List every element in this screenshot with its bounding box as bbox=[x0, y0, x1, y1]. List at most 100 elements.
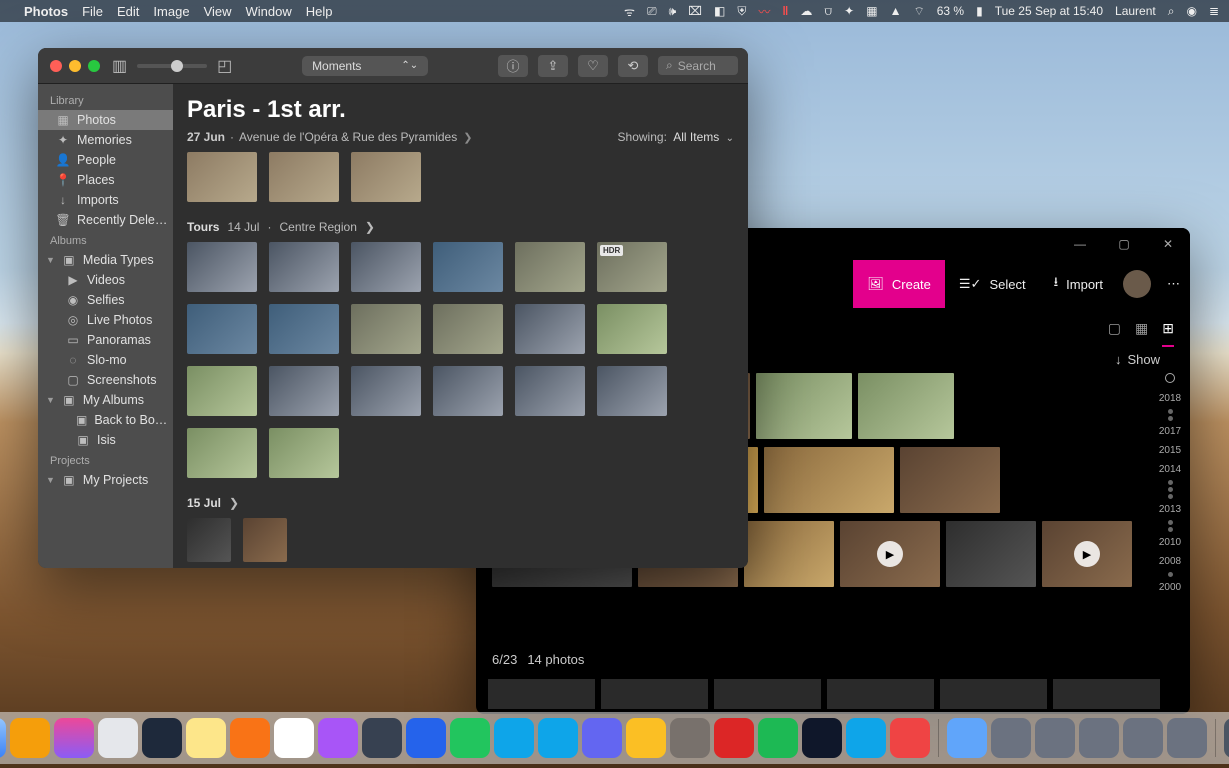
timeline-scrubber[interactable]: 2018 2017 2015 2014 2013 2010 2008 2000 bbox=[1156, 373, 1184, 709]
moment-location[interactable]: Centre Region bbox=[279, 220, 356, 234]
search-input[interactable]: ⌕ Search bbox=[658, 56, 738, 75]
status-icon[interactable]: 〰 bbox=[758, 3, 770, 20]
photo-thumb[interactable] bbox=[764, 447, 894, 513]
disclosure-triangle-icon[interactable]: ▼ bbox=[46, 255, 55, 265]
dock-app-calendar[interactable] bbox=[274, 718, 314, 758]
menu-file[interactable]: File bbox=[82, 4, 103, 19]
photo-thumb[interactable] bbox=[269, 366, 339, 416]
sidebar-item-live-photos[interactable]: ◎Live Photos bbox=[38, 310, 173, 330]
dock-folder[interactable] bbox=[1123, 718, 1163, 758]
dock-app-safari[interactable] bbox=[0, 718, 6, 758]
sidebar-item-places[interactable]: 📍Places bbox=[38, 170, 173, 190]
dock-app-discord[interactable] bbox=[582, 718, 622, 758]
status-icon[interactable]: ⌧ bbox=[688, 4, 702, 18]
status-icon[interactable]: ⎚ bbox=[647, 4, 657, 19]
photo-thumb-hdr[interactable] bbox=[597, 242, 667, 292]
sidebar-item-album[interactable]: ▣Back to Bo… bbox=[38, 410, 173, 430]
disclosure-triangle-icon[interactable]: ▼ bbox=[46, 395, 55, 405]
sidebar-item-photos[interactable]: ▦Photos bbox=[38, 110, 173, 130]
photo-thumb[interactable] bbox=[269, 304, 339, 354]
status-icon[interactable]: ⛨ bbox=[737, 4, 746, 19]
dock-folder[interactable] bbox=[947, 718, 987, 758]
dock-folder[interactable] bbox=[991, 718, 1031, 758]
photo-thumb[interactable] bbox=[187, 152, 257, 202]
minimize-button[interactable] bbox=[69, 60, 81, 72]
win-minimize-button[interactable]: ― bbox=[1058, 228, 1102, 260]
dock-app[interactable] bbox=[98, 718, 138, 758]
timeline-year[interactable]: 2013 bbox=[1156, 504, 1184, 515]
photo-thumb[interactable] bbox=[269, 428, 339, 478]
dock-app[interactable] bbox=[142, 718, 182, 758]
status-icon[interactable]: ◧ bbox=[714, 4, 725, 18]
menu-view[interactable]: View bbox=[204, 4, 232, 19]
info-button[interactable]: ⓘ bbox=[498, 55, 528, 77]
dock-stack[interactable] bbox=[1224, 718, 1229, 758]
battery-status[interactable]: 63 % bbox=[937, 4, 964, 18]
sidebar-item-album[interactable]: ▣Isis bbox=[38, 430, 173, 450]
dock-folder[interactable] bbox=[1035, 718, 1075, 758]
photo-thumb[interactable] bbox=[269, 242, 339, 292]
photo-thumb[interactable] bbox=[433, 242, 503, 292]
menu-image[interactable]: Image bbox=[153, 4, 189, 19]
status-icon[interactable]: ᯤ bbox=[624, 3, 635, 20]
status-icon[interactable]: ‖ bbox=[782, 4, 788, 18]
photo-thumb[interactable] bbox=[744, 521, 834, 587]
sidebar-item-panoramas[interactable]: ▭Panoramas bbox=[38, 330, 173, 350]
menu-edit[interactable]: Edit bbox=[117, 4, 139, 19]
sidebar-item-my-projects[interactable]: ▼▣My Projects bbox=[38, 470, 173, 490]
dock-app[interactable] bbox=[670, 718, 710, 758]
video-thumb[interactable]: ▶ bbox=[840, 521, 940, 587]
dock-app-notes[interactable] bbox=[186, 718, 226, 758]
clock[interactable]: Tue 25 Sep at 15:40 bbox=[995, 4, 1103, 18]
photo-thumb[interactable] bbox=[515, 304, 585, 354]
dock-app[interactable] bbox=[846, 718, 886, 758]
dock-app-spotify[interactable] bbox=[758, 718, 798, 758]
view-small-grid-icon[interactable]: ⊞ bbox=[1162, 320, 1174, 347]
photo-thumb[interactable] bbox=[187, 428, 257, 478]
sidebar-item-recently-deleted[interactable]: 🗑Recently Dele… bbox=[38, 210, 173, 230]
dock-app[interactable] bbox=[714, 718, 754, 758]
sidebar-item-media-types[interactable]: ▼▣Media Types bbox=[38, 250, 173, 270]
rotate-button[interactable]: ⟲ bbox=[618, 55, 648, 77]
view-selector[interactable]: Moments ⌃⌄ bbox=[302, 56, 428, 76]
status-icon[interactable]: ✦ bbox=[844, 4, 854, 18]
photo-thumb[interactable] bbox=[187, 366, 257, 416]
timeline-year[interactable]: 2018 bbox=[1156, 393, 1184, 404]
dock-folder[interactable] bbox=[1079, 718, 1119, 758]
timeline-year[interactable]: 2010 bbox=[1156, 537, 1184, 548]
photo-thumb[interactable] bbox=[187, 518, 231, 562]
menu-help[interactable]: Help bbox=[306, 4, 333, 19]
dock-app[interactable] bbox=[406, 718, 446, 758]
siri-icon[interactable]: ◉ bbox=[1186, 4, 1196, 18]
disclosure-triangle-icon[interactable]: ▼ bbox=[46, 475, 55, 485]
dock-app[interactable] bbox=[890, 718, 930, 758]
share-button[interactable]: ⇪ bbox=[538, 55, 568, 77]
create-button[interactable]: 🖼 Create bbox=[853, 260, 945, 308]
status-icon[interactable]: ☁ bbox=[800, 4, 812, 18]
chevron-right-icon[interactable]: ❯ bbox=[229, 496, 239, 510]
dropbox-icon[interactable]: ⩌ bbox=[824, 4, 832, 19]
sidebar-item-imports[interactable]: ↓Imports bbox=[38, 190, 173, 210]
sidebar-item-people[interactable]: 👤People bbox=[38, 150, 173, 170]
photo-thumb[interactable] bbox=[187, 304, 257, 354]
aspect-toggle-icon[interactable]: ◰ bbox=[217, 56, 232, 76]
battery-icon[interactable]: ▮ bbox=[976, 4, 983, 18]
favorite-button[interactable]: ♡ bbox=[578, 55, 608, 77]
sidebar-item-memories[interactable]: ✦Memories bbox=[38, 130, 173, 150]
photo-thumb[interactable] bbox=[243, 518, 287, 562]
timeline-marker-icon[interactable] bbox=[1165, 373, 1175, 383]
select-button[interactable]: ☰✓ Select bbox=[945, 260, 1040, 308]
zoom-button[interactable] bbox=[88, 60, 100, 72]
dock-folder[interactable] bbox=[1167, 718, 1207, 758]
timeline-year[interactable]: 2014 bbox=[1156, 464, 1184, 475]
video-thumb[interactable]: ▶ bbox=[1042, 521, 1132, 587]
airplay-icon[interactable]: ▲ bbox=[890, 4, 902, 18]
dock-app-music[interactable] bbox=[54, 718, 94, 758]
photo-thumb[interactable] bbox=[351, 304, 421, 354]
sidebar-toggle-icon[interactable]: ▥ bbox=[112, 56, 127, 76]
win-close-button[interactable]: ✕ bbox=[1146, 228, 1190, 260]
photo-thumb[interactable] bbox=[433, 366, 503, 416]
timeline-year[interactable]: 2008 bbox=[1156, 556, 1184, 567]
showing-dropdown[interactable]: All Items bbox=[673, 130, 719, 144]
timeline-year[interactable]: 2015 bbox=[1156, 445, 1184, 456]
